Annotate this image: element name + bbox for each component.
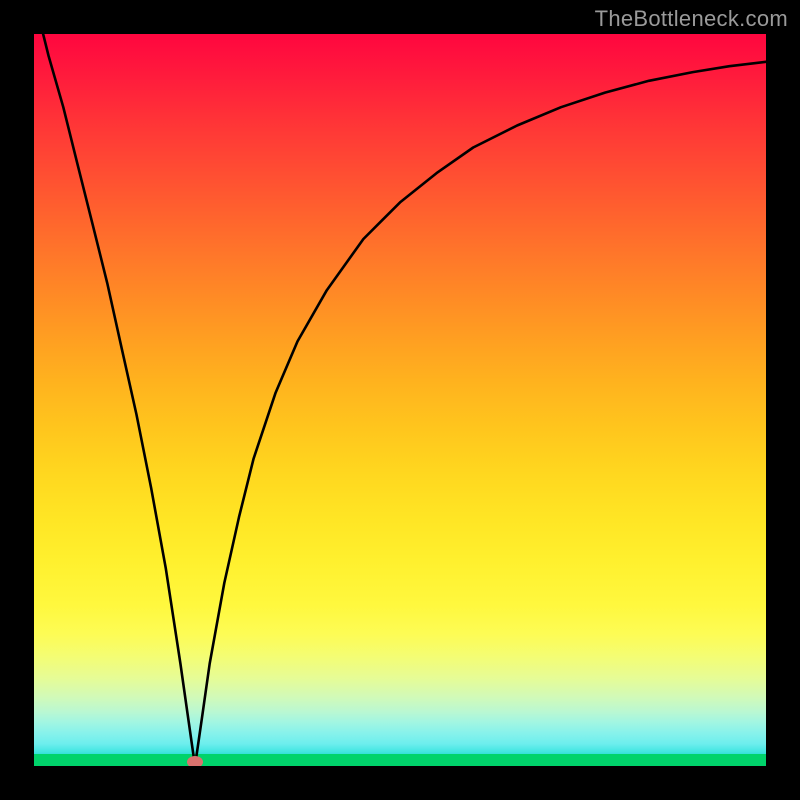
bottleneck-curve <box>34 34 766 766</box>
chart-frame: TheBottleneck.com <box>0 0 800 800</box>
plot-area <box>34 34 766 766</box>
watermark-label: TheBottleneck.com <box>595 6 788 32</box>
minimum-marker <box>187 756 203 766</box>
